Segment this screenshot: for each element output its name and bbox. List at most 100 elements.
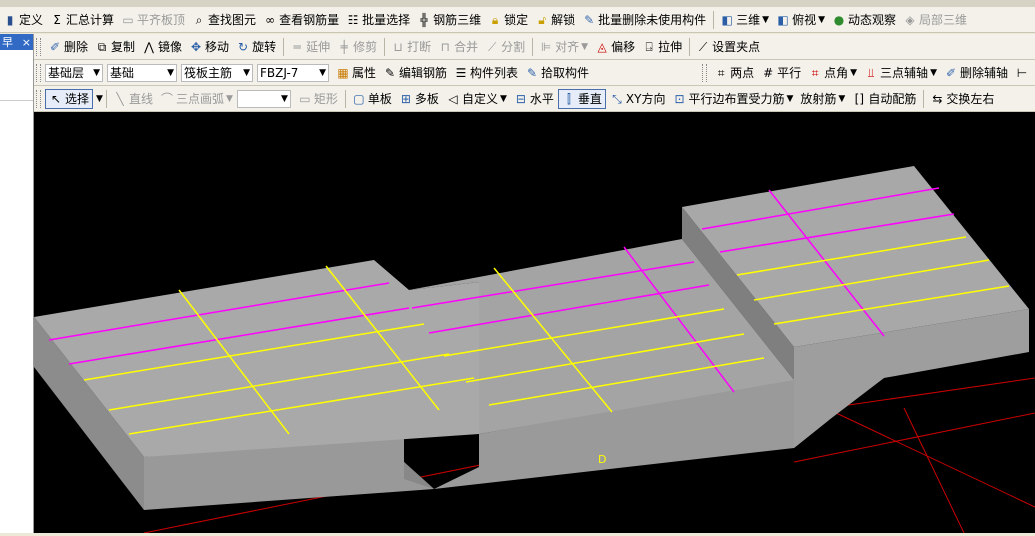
batch-select-icon: ☷ xyxy=(347,12,359,27)
delete-aux-button[interactable]: ✐ 删除辅轴 xyxy=(941,63,1011,83)
pick-component-button[interactable]: ✎ 拾取构件 xyxy=(522,63,592,83)
delete-button[interactable]: ✐ 删除 xyxy=(45,37,91,57)
view-3d-button[interactable]: ◧ 三维 ▼ xyxy=(717,10,772,30)
single-slab-icon: ▢ xyxy=(353,91,365,106)
three-point-aux-button[interactable]: ⫫ 三点辅轴 ▼ xyxy=(861,63,940,83)
point-angle-icon: ⌗ xyxy=(811,65,819,80)
chevron-down-icon: ▼ xyxy=(818,14,826,25)
single-slab-button[interactable]: ▢ 单板 xyxy=(349,89,395,109)
mirror-icon: ⋀ xyxy=(144,39,154,54)
define-button[interactable]: ▮ 定义 xyxy=(0,10,46,30)
axis-line xyxy=(833,411,1035,508)
view-rebar-qty-button[interactable]: ∞ 查看钢筋量 xyxy=(260,10,342,30)
auto-rebar-button[interactable]: [] 自动配筋 xyxy=(849,89,919,109)
merge-icon: ⊓ xyxy=(440,39,450,54)
multi-slab-button[interactable]: ⊞ 多板 xyxy=(396,89,442,109)
3d-viewport[interactable]: D xyxy=(34,112,1035,534)
left-panel-tab[interactable]: 早 × xyxy=(0,34,33,50)
find-element-button[interactable]: ⌕ 查找图元 xyxy=(189,10,259,30)
custom-button[interactable]: ◁ 自定义 ▼ xyxy=(443,89,510,109)
toolbar-grip[interactable] xyxy=(702,63,708,82)
chevron-down-icon: ▼ xyxy=(319,67,326,78)
local-3d-button[interactable]: ◈ 局部三维 xyxy=(900,10,970,30)
xy-direction-button[interactable]: ⤡ XY方向 xyxy=(607,89,669,109)
trim-icon: ╪ xyxy=(340,39,348,54)
floor-select[interactable]: 基础层 ▼ xyxy=(45,63,103,82)
move-icon: ✥ xyxy=(191,39,202,54)
dimension-button[interactable]: ⊢ xyxy=(1012,63,1034,83)
parallel-button[interactable]: # 平行 xyxy=(758,63,804,83)
rebar-3d-button[interactable]: ╬ 钢筋三维 xyxy=(414,10,484,30)
glasses-icon: ∞ xyxy=(265,12,276,27)
break-icon: ⊔ xyxy=(393,39,403,54)
rect-button[interactable]: ▭ 矩形 xyxy=(295,89,341,109)
two-points-button[interactable]: ⌗ 两点 xyxy=(711,63,757,83)
properties-icon: ▦ xyxy=(337,65,349,80)
cube-icon: ◧ xyxy=(721,12,733,27)
close-icon[interactable]: × xyxy=(22,36,31,49)
xy-direction-icon: ⤡ xyxy=(612,91,622,106)
chevron-down-icon: ▼ xyxy=(280,93,288,104)
batch-select-button[interactable]: ☷ 批量选择 xyxy=(343,10,413,30)
horizontal-button[interactable]: ⊟ 水平 xyxy=(511,89,557,109)
toolbar-grip[interactable] xyxy=(36,63,41,82)
line-button[interactable]: ╲ 直线 xyxy=(110,89,156,109)
stretch-button[interactable]: ⍈ 拉伸 xyxy=(639,37,685,57)
cursor-icon: ↖ xyxy=(50,91,62,106)
trim-button[interactable]: ╪ 修剪 xyxy=(334,37,380,57)
toolbar-grip[interactable] xyxy=(36,37,41,56)
select-dropdown-chevron-icon[interactable]: ▼ xyxy=(96,94,103,104)
merge-button[interactable]: ⊓ 合并 xyxy=(435,37,481,57)
unlock-button[interactable]: 🔓︎ 解锁 xyxy=(532,10,578,30)
rect-icon: ▭ xyxy=(299,91,311,106)
toolbar-grip[interactable] xyxy=(36,89,41,108)
separator xyxy=(105,89,107,108)
define-icon: ▮ xyxy=(6,12,14,27)
align-top-icon: ▭ xyxy=(122,12,134,27)
component-list-button[interactable]: ☰ 构件列表 xyxy=(451,63,521,83)
list-icon: ☰ xyxy=(455,65,467,80)
lock-button[interactable]: 🔒︎ 锁定 xyxy=(485,10,531,30)
vertical-icon: ⫿ xyxy=(566,91,571,106)
two-points-icon: ⌗ xyxy=(717,65,725,80)
align-top-button[interactable]: ▭ 平齐板顶 xyxy=(118,10,188,30)
summary-calc-button[interactable]: Σ 汇总计算 xyxy=(47,10,117,30)
align-button[interactable]: ⊫ 对齐 ▼ xyxy=(536,37,591,57)
axis-line xyxy=(793,412,1035,463)
edit-rebar-button[interactable]: ✎ 编辑钢筋 xyxy=(380,63,450,83)
copy-button[interactable]: ⧉ 复制 xyxy=(92,37,138,57)
vertical-button[interactable]: ⫿ 垂直 xyxy=(557,88,606,109)
dynamic-observe-button[interactable]: ● 动态观察 xyxy=(829,10,899,30)
brush-icon: ✎ xyxy=(584,12,595,27)
batch-delete-unused-button[interactable]: ✎ 批量删除未使用构件 xyxy=(579,10,709,30)
top-view-button[interactable]: ◧ 俯视 ▼ xyxy=(773,10,828,30)
rotate-button[interactable]: ↻ 旋转 xyxy=(233,37,279,57)
component-select[interactable]: FBZJ-7 ▼ xyxy=(257,63,329,82)
swap-lr-button[interactable]: ⇆ 交换左右 xyxy=(927,89,997,109)
offset-button[interactable]: ◬ 偏移 xyxy=(592,37,638,57)
category-select[interactable]: 基础 ▼ xyxy=(107,63,177,82)
select-button[interactable]: ↖ 选择 xyxy=(45,88,94,109)
arc-option-select[interactable]: ▼ xyxy=(236,89,291,108)
split-icon: ⟋ xyxy=(487,39,497,54)
set-clamp-point-button[interactable]: ⟋ 设置夹点 xyxy=(693,37,763,57)
mirror-button[interactable]: ⋀ 镜像 xyxy=(139,37,185,57)
radial-rebar-button[interactable]: 放射筋 ▼ xyxy=(797,89,848,109)
title-strip xyxy=(0,0,1035,7)
point-angle-button[interactable]: ⌗ 点角 ▼ xyxy=(805,63,860,83)
break-button[interactable]: ⊔ 打断 xyxy=(388,37,434,57)
three-point-arc-button[interactable]: ⌒ 三点画弧 ▼ xyxy=(157,89,236,109)
move-button[interactable]: ✥ 移动 xyxy=(186,37,232,57)
type-select[interactable]: 筏板主筋 ▼ xyxy=(181,63,253,82)
extend-button[interactable]: ═ 延伸 xyxy=(287,37,333,57)
parallel-edge-rebar-button[interactable]: ⊡ 平行边布置受力筋 ▼ xyxy=(669,89,796,109)
separator xyxy=(923,89,925,108)
properties-button[interactable]: ▦ 属性 xyxy=(333,63,379,83)
separator xyxy=(384,37,386,56)
edit-toolbar: ✐ 删除 ⧉ 复制 ⋀ 镜像 ✥ 移动 ↻ 旋转 ═ 延伸 ╪ 修剪 ⊔ 打断 ⊓ 合并 ⟋ 分割 … xyxy=(34,34,1035,60)
rotate-icon: ↻ xyxy=(238,39,249,54)
split-button[interactable]: ⟋ 分割 xyxy=(482,37,528,57)
separator xyxy=(689,37,691,56)
lock-icon: 🔒︎ xyxy=(491,12,499,27)
orbit-icon: ● xyxy=(833,12,845,27)
